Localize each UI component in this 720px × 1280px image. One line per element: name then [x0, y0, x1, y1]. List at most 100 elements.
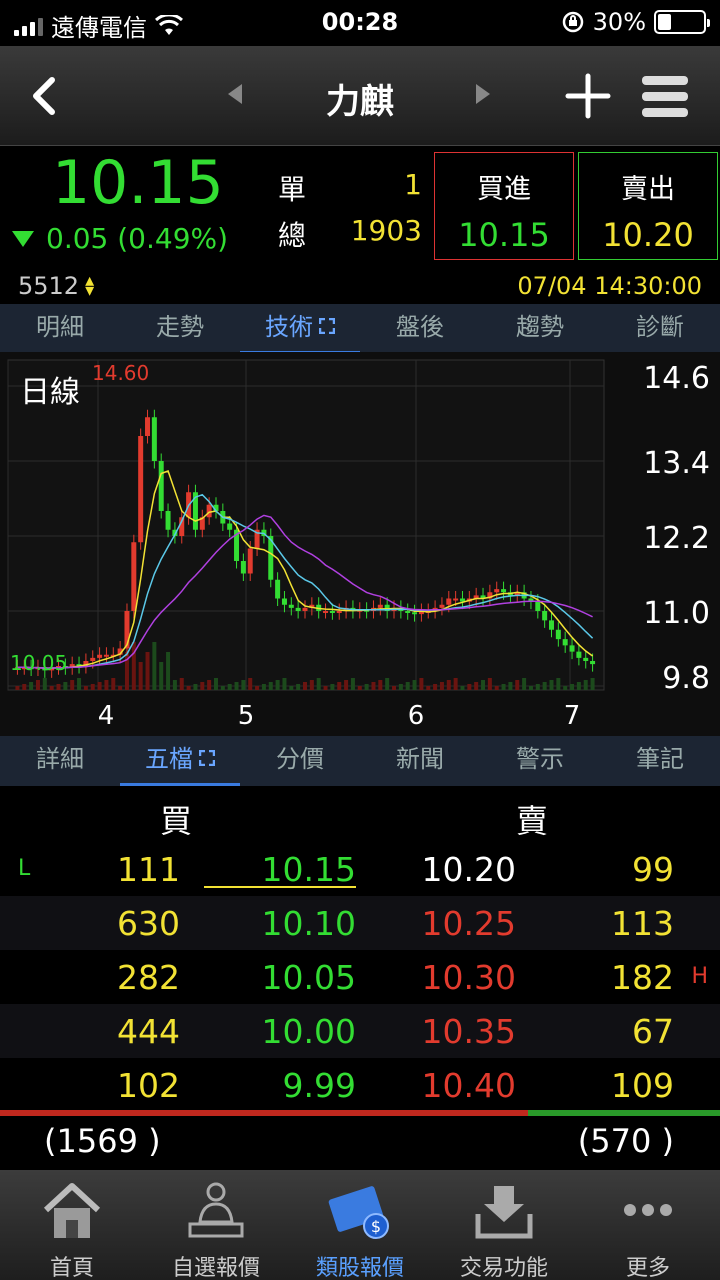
volume-bar — [77, 678, 82, 690]
volume-bar — [453, 678, 458, 690]
volume-bar — [172, 680, 177, 690]
battery-percent: 30% — [592, 8, 646, 36]
order-book-row[interactable]: L 111 10.15 10.20 99 — [0, 842, 720, 896]
sell-button[interactable]: 賣出 10.20 — [578, 152, 718, 260]
analysis-tab-label: 明細 — [36, 313, 84, 341]
candle-body — [535, 601, 541, 611]
candle-body — [583, 657, 589, 661]
candle-body — [158, 461, 164, 511]
analysis-tab-label: 技術 — [265, 313, 313, 341]
person-desk-icon — [188, 1182, 244, 1238]
y-tick-label: 12.2 — [643, 521, 710, 556]
candle-body — [405, 611, 411, 613]
bid-qty: 111 — [117, 850, 180, 889]
candle-body — [501, 589, 507, 593]
volume-bar — [398, 684, 403, 690]
volume-bar — [392, 686, 397, 690]
ask-qty: 182 — [611, 958, 674, 997]
ask-qty: 109 — [611, 1066, 674, 1105]
candle-body — [165, 511, 171, 530]
buy-button[interactable]: 買進 10.15 — [434, 152, 574, 260]
volume-bar — [330, 684, 335, 690]
detail-tab-4[interactable]: 警示 — [480, 736, 600, 786]
detail-tab-2[interactable]: 分價 — [240, 736, 360, 786]
detail-tab-5[interactable]: 筆記 — [600, 736, 720, 786]
order-book-header: 買 賣 — [0, 786, 720, 842]
bid-price: 10.00 — [261, 1012, 356, 1051]
volume-bar — [296, 684, 301, 690]
order-book-row[interactable]: 630 10.10 10.25 113 — [0, 896, 720, 950]
right-marker: H — [691, 964, 708, 989]
volume-bar — [200, 682, 205, 690]
total-ask-qty: (570 ) — [577, 1122, 674, 1160]
bid-price: 10.05 — [261, 958, 356, 997]
detail-tab-label: 詳細 — [36, 745, 84, 773]
ask-price: 10.40 — [421, 1066, 516, 1105]
tabbar-item-0[interactable]: 首頁 — [0, 1170, 144, 1280]
tabbar-item-3[interactable]: 交易功能 — [432, 1170, 576, 1280]
y-tick-label: 9.8 — [662, 661, 710, 696]
x-tick-label: 6 — [408, 701, 425, 731]
candle-body — [323, 611, 329, 613]
volume-bar — [563, 686, 568, 690]
change-value: 0.05 (0.49%) — [46, 222, 229, 255]
up-down-arrows-icon: ▴ ▾ — [85, 270, 95, 301]
candlestick-chart[interactable]: 日線 14.60 10.05 14.6 13.4 12.2 11.0 9.8 4 5 6 7 — [0, 352, 720, 736]
analysis-tab-5[interactable]: 診斷 — [600, 304, 720, 354]
tabbar-item-1[interactable]: 自選報價 — [144, 1170, 288, 1280]
volume-bar — [350, 678, 355, 690]
add-watchlist-plus-icon[interactable] — [564, 72, 612, 120]
volume-bar — [460, 686, 465, 690]
candle-body — [103, 654, 109, 657]
tabbar-label: 首頁 — [49, 1256, 94, 1280]
ask-qty: 99 — [632, 850, 674, 889]
stock-name-title: 力麒 — [326, 82, 394, 122]
detail-tabs: 詳細 五檔 分價 新聞 警示 筆記 — [0, 736, 720, 786]
detail-tab-3[interactable]: 新聞 — [360, 736, 480, 786]
menu-icon[interactable] — [640, 74, 690, 120]
volume-bar — [405, 682, 410, 690]
candle-body — [227, 523, 233, 530]
order-book-row[interactable]: 102 9.99 10.40 109 — [0, 1058, 720, 1112]
analysis-tab-2[interactable]: 技術 — [240, 304, 360, 354]
next-stock-arrow-icon[interactable] — [476, 84, 490, 104]
down-triangle-icon — [12, 230, 34, 247]
bid-qty: 630 — [117, 904, 180, 943]
volume-bar — [316, 678, 321, 690]
y-tick-label: 11.0 — [643, 596, 710, 631]
volume-bar — [412, 680, 417, 690]
tabbar-item-2[interactable]: $ 類股報價 — [288, 1170, 432, 1280]
quote-panel: 10.15 0.05 (0.49%) 單 1 總 1903 買進 10.15 賣… — [0, 146, 720, 304]
analysis-tab-3[interactable]: 盤後 — [360, 304, 480, 354]
volume-bar — [433, 684, 438, 690]
battery-icon — [654, 10, 710, 34]
fullscreen-icon[interactable] — [319, 318, 335, 334]
candle-body — [569, 645, 575, 652]
order-book-row[interactable]: 444 10.00 10.35 67 — [0, 1004, 720, 1058]
volume-bar — [508, 682, 513, 690]
candle-body — [446, 598, 452, 605]
volume-bar — [248, 678, 253, 690]
candle-body — [281, 598, 287, 605]
candle-body — [131, 542, 137, 611]
order-book-row[interactable]: 282 10.05 10.30 182 H — [0, 950, 720, 1004]
volume-bar — [207, 680, 212, 690]
rotation-lock-icon — [562, 11, 583, 33]
candle-body — [453, 598, 459, 601]
detail-tab-0[interactable]: 詳細 — [0, 736, 120, 786]
volume-bar — [323, 686, 328, 690]
volume-bar — [583, 680, 588, 690]
volume-bar — [522, 678, 527, 690]
volume-bar — [385, 678, 390, 690]
fullscreen-icon[interactable] — [199, 750, 215, 766]
analysis-tab-label: 走勢 — [156, 313, 204, 341]
quote-datetime: 07/04 14:30:00 — [517, 272, 702, 300]
ask-price: 10.20 — [421, 850, 516, 889]
detail-tab-1[interactable]: 五檔 — [120, 736, 240, 786]
tabbar-item-4[interactable]: 更多 — [576, 1170, 720, 1280]
candle-body — [90, 657, 96, 661]
analysis-tab-0[interactable]: 明細 — [0, 304, 120, 354]
analysis-tab-1[interactable]: 走勢 — [120, 304, 240, 354]
analysis-tab-4[interactable]: 趨勢 — [480, 304, 600, 354]
sell-price: 10.20 — [602, 216, 694, 254]
